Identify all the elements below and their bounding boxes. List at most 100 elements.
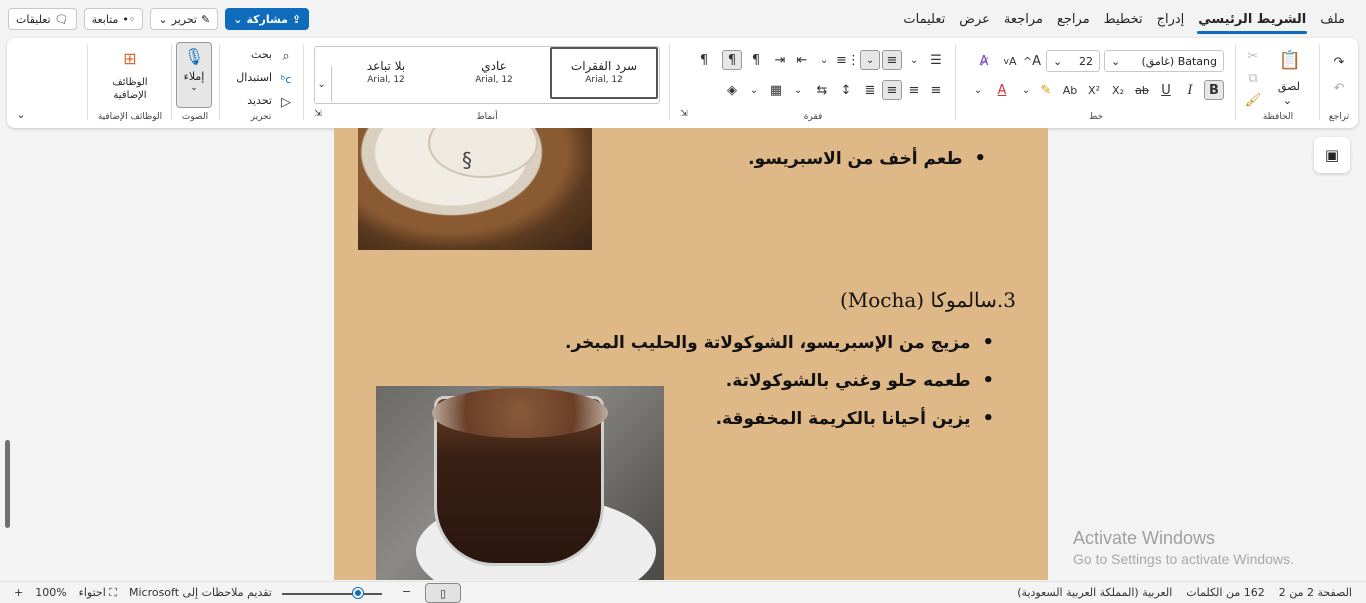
replace-button[interactable]: استبدال [236,71,272,84]
decrease-indent-icon[interactable]: ⇤ [792,50,812,70]
comments-button[interactable]: 🗨 تعليقات [8,8,77,30]
focus-button[interactable]: ⛶ احتواء [79,586,117,600]
ltr-paragraph-icon[interactable]: ¶ [746,50,766,70]
clear-formatting-icon[interactable]: A̷ [974,51,994,71]
zoom-level[interactable]: 100% [35,586,66,600]
feedback-link[interactable]: تقديم ملاحظات إلى Microsoft [129,586,272,600]
list-item[interactable]: طعمه حلو وغني بالشوكولاتة. [726,370,994,391]
numbering-icon[interactable]: ≡ [882,50,902,70]
tab-help[interactable]: تعليمات [896,8,952,31]
show-marks-icon[interactable]: ¶ [694,50,714,70]
chevron-down-icon[interactable]: ⌄ [860,50,880,70]
style-no-spacing[interactable]: بلا تباعد Arial, 12 [332,47,440,99]
search-icon[interactable]: ⌕ [276,46,296,66]
addins-icon[interactable]: ⊞ [120,48,140,68]
page-indicator[interactable]: الصفحة 2 من 2 [1279,586,1352,599]
grow-font-icon[interactable]: A ^ [1022,51,1042,71]
section-heading-mocha[interactable]: 3.سالموكا (Mocha) [840,288,1016,312]
editing-mode-button[interactable]: ✎ تحرير ⌄ [150,8,219,30]
font-size-select[interactable]: 22 ⌄ [1046,50,1100,72]
tab-home[interactable]: الشريط الرئيسي [1191,8,1313,34]
activate-windows-watermark: Activate Windows Go to Settings to activ… [1073,528,1294,567]
redo-icon[interactable]: ↷ [1329,52,1349,72]
tab-references[interactable]: مراجع [1050,8,1097,31]
zoom-slider-thumb[interactable] [353,588,363,598]
chevron-down-icon[interactable]: ⌄ [968,80,988,100]
chevron-down-icon[interactable]: ⌄ [904,50,924,70]
language-indicator[interactable]: العربية (المملكة العربية السعودية) [1017,586,1172,599]
replace-icon[interactable]: ᵇc [276,69,296,89]
chevron-down-icon[interactable]: ⌄ [1016,80,1036,100]
tab-layout[interactable]: تخطيط [1097,8,1150,31]
align-right-icon[interactable]: ≡ [926,80,946,100]
style-normal[interactable]: عادي Arial, 12 [440,47,548,99]
italic-icon[interactable]: I [1180,80,1200,100]
clipboard-group-label: الحافظة [1262,112,1294,122]
tab-view[interactable]: عرض [952,8,997,31]
subscript-icon[interactable]: X₂ [1108,80,1128,100]
zoom-out-icon[interactable]: − [402,585,411,598]
chevron-down-icon[interactable]: ⌄ [1283,94,1292,107]
chevron-down-icon[interactable]: ⌄ [814,50,834,70]
multilevel-list-icon[interactable]: ⋮≡ [836,50,860,70]
justify-icon[interactable]: ≣ [860,80,880,100]
style-list-paragraph[interactable]: سرد الفقرات Arial, 12 [550,47,658,99]
paste-label[interactable]: لصق [1278,80,1300,93]
font-color-icon[interactable]: A [992,80,1012,100]
paste-icon[interactable]: 📋 [1279,50,1301,71]
find-button[interactable]: بحث [251,48,272,61]
rtl-paragraph-icon[interactable]: ¶ [722,50,742,70]
list-item[interactable]: مزيج من الإسبريسو، الشوكولاتة والحليب ال… [565,332,994,353]
dictate-button[interactable]: 🎙 إملاء ⌄ [176,42,212,108]
shrink-font-icon[interactable]: Av [1000,51,1020,71]
font-size-value: 22 [1079,54,1093,68]
tab-review[interactable]: مراجعة [997,8,1050,31]
borders-icon[interactable]: ▦ [766,80,786,100]
zoom-slider[interactable] [282,593,382,595]
document-page[interactable]: § طعم أخف من الاسبريسو. 3.سالموكا (Mocha… [334,128,1048,580]
bullets-icon[interactable]: ☰ [926,50,946,70]
increase-indent-icon[interactable]: ⇥ [770,50,790,70]
format-painter-icon[interactable]: 🖌 [1243,90,1263,110]
word-count[interactable]: 162 من الكلمات [1186,586,1264,599]
align-left-icon[interactable]: ≡ [882,80,902,100]
undo-icon[interactable]: ↶ [1329,78,1349,98]
share-button[interactable]: ⇪ مشاركة ⌄ [225,8,310,30]
follow-button[interactable]: ◦• متابعة [83,8,144,30]
collapse-ribbon-icon[interactable]: ⌄ [11,104,31,124]
bold-icon[interactable]: B [1204,80,1224,100]
addins-button[interactable]: الوظائف الإضافية [96,76,164,102]
bullet-lighter-than-espresso[interactable]: طعم أخف من الاسبريسو. [748,148,986,169]
align-center-icon[interactable]: ≡ [904,80,924,100]
tab-insert[interactable]: إدراج [1150,8,1192,31]
tab-file[interactable]: ملف [1313,8,1352,31]
editing-group: ⌕ بحث ᵇc استبدال ▷ تحديد تحرير [220,42,302,124]
list-item[interactable]: يزين أحيانا بالكريمة المخفوقة. [716,408,994,429]
highlight-icon[interactable]: ✎ [1036,80,1056,100]
select-icon[interactable]: ▷ [276,92,296,112]
cappuccino-image[interactable]: § [358,128,592,250]
focus-label: احتواء [78,586,106,599]
styles-more-icon[interactable]: ⌄ [312,66,332,102]
select-button[interactable]: تحديد [247,94,272,107]
chevron-down-icon[interactable]: ⌄ [744,80,764,100]
undo-group: ↷ ↶ تراجع [1320,42,1358,124]
print-layout-button[interactable]: ▯ [425,583,461,603]
side-pane-button[interactable]: ▣ [1314,137,1350,173]
superscript-icon[interactable]: X² [1084,80,1104,100]
text-direction-icon[interactable]: ⇆ [812,80,832,100]
copy-icon[interactable]: ⧉ [1243,68,1263,88]
text-effects-icon[interactable]: Ab [1060,80,1080,100]
mocha-image[interactable] [376,386,664,580]
chevron-down-icon[interactable]: ⌄ [788,80,808,100]
cut-icon[interactable]: ✂ [1243,46,1263,66]
vertical-scrollbar[interactable] [5,440,10,528]
underline-icon[interactable]: U [1156,80,1176,100]
follow-label: متابعة [91,12,119,26]
styles-group-label: أنماط [476,112,498,122]
zoom-in-icon[interactable]: + [14,586,23,600]
strikethrough-icon[interactable]: ab [1132,80,1152,100]
font-name-select[interactable]: Batang (غامق) ⌄ [1104,50,1224,72]
line-spacing-icon[interactable]: ↕ [836,80,856,100]
shading-icon[interactable]: ◈ [722,80,742,100]
